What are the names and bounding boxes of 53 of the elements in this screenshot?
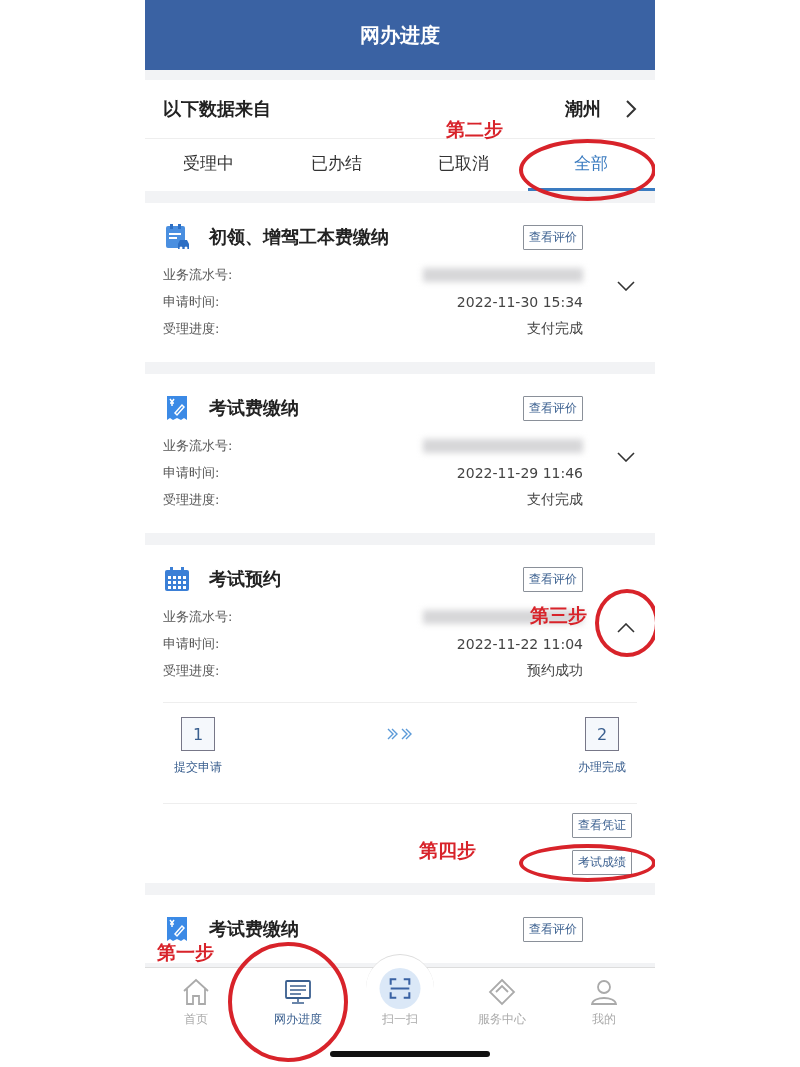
step-number: 1 (181, 717, 215, 751)
field-value: 支付完成 (527, 319, 583, 338)
field-label: 申请时间: (163, 463, 220, 482)
annotation-label: 第二步 (445, 117, 503, 142)
action-button[interactable]: 考试成绩 (572, 850, 632, 875)
record-title: 考试费缴纳 (209, 917, 299, 941)
field-value: 2022-11-30 15:34 (456, 293, 583, 310)
field-value: 2022-11-22 11:04 (456, 635, 583, 652)
chevron-right-icon (625, 99, 637, 119)
field-label: 申请时间: (163, 292, 220, 311)
annotation-label: 第一步 (157, 941, 214, 964)
view-review-button[interactable]: 查看评价 (523, 224, 583, 250)
home-icon (181, 977, 211, 1007)
step-label: 办理完成 (578, 759, 626, 776)
annotation-label: 第四步 (419, 838, 476, 863)
tab[interactable]: 已取消 (400, 139, 528, 191)
step-label: 提交申请 (174, 759, 222, 776)
field-label: 受理进度: (163, 319, 220, 338)
field-label: 申请时间: (163, 634, 220, 653)
source-label: 以下数据来自 (163, 97, 272, 121)
annotation-label: 第三步 (530, 603, 587, 628)
chevron-down-icon[interactable] (617, 281, 635, 291)
record-title: 初领、增驾工本费缴纳 (209, 225, 389, 249)
field-value: 2022-11-29 11:46 (456, 464, 583, 481)
city-selector[interactable]: 潮州 (565, 97, 601, 121)
field-label: 业务流水号: (163, 436, 233, 455)
monitor-icon (283, 977, 313, 1007)
view-review-button[interactable]: 查看评价 (523, 566, 583, 592)
double-chevron-icon (386, 727, 414, 741)
step-number: 2 (585, 717, 619, 751)
nav-item[interactable]: 网办进度 (247, 968, 349, 1040)
field-label: 受理进度: (163, 490, 220, 509)
document-car-icon (163, 223, 191, 251)
chevron-up-icon[interactable] (617, 623, 635, 633)
record-title: 考试费缴纳 (209, 396, 299, 420)
view-review-button[interactable]: 查看评价 (523, 395, 583, 421)
tab[interactable]: 受理中 (145, 139, 273, 191)
annotation-circle (595, 589, 655, 657)
view-review-button[interactable]: 查看评价 (523, 916, 583, 942)
action-button[interactable]: 查看凭证 (572, 813, 632, 838)
page-title: 网办进度 (360, 21, 440, 49)
tab[interactable]: 已办结 (272, 139, 400, 191)
field-value: 支付完成 (527, 490, 583, 509)
field-label: 业务流水号: (163, 265, 233, 284)
chevron-down-icon[interactable] (617, 452, 635, 462)
field-label: 受理进度: (163, 661, 220, 680)
diamond-icon (487, 977, 517, 1007)
field-label: 业务流水号: (163, 607, 233, 626)
scan-icon (378, 968, 422, 1009)
person-icon (589, 977, 619, 1007)
calendar-icon (163, 565, 191, 593)
field-value: 预约成功 (527, 661, 583, 680)
record-title: 考试预约 (209, 567, 281, 591)
